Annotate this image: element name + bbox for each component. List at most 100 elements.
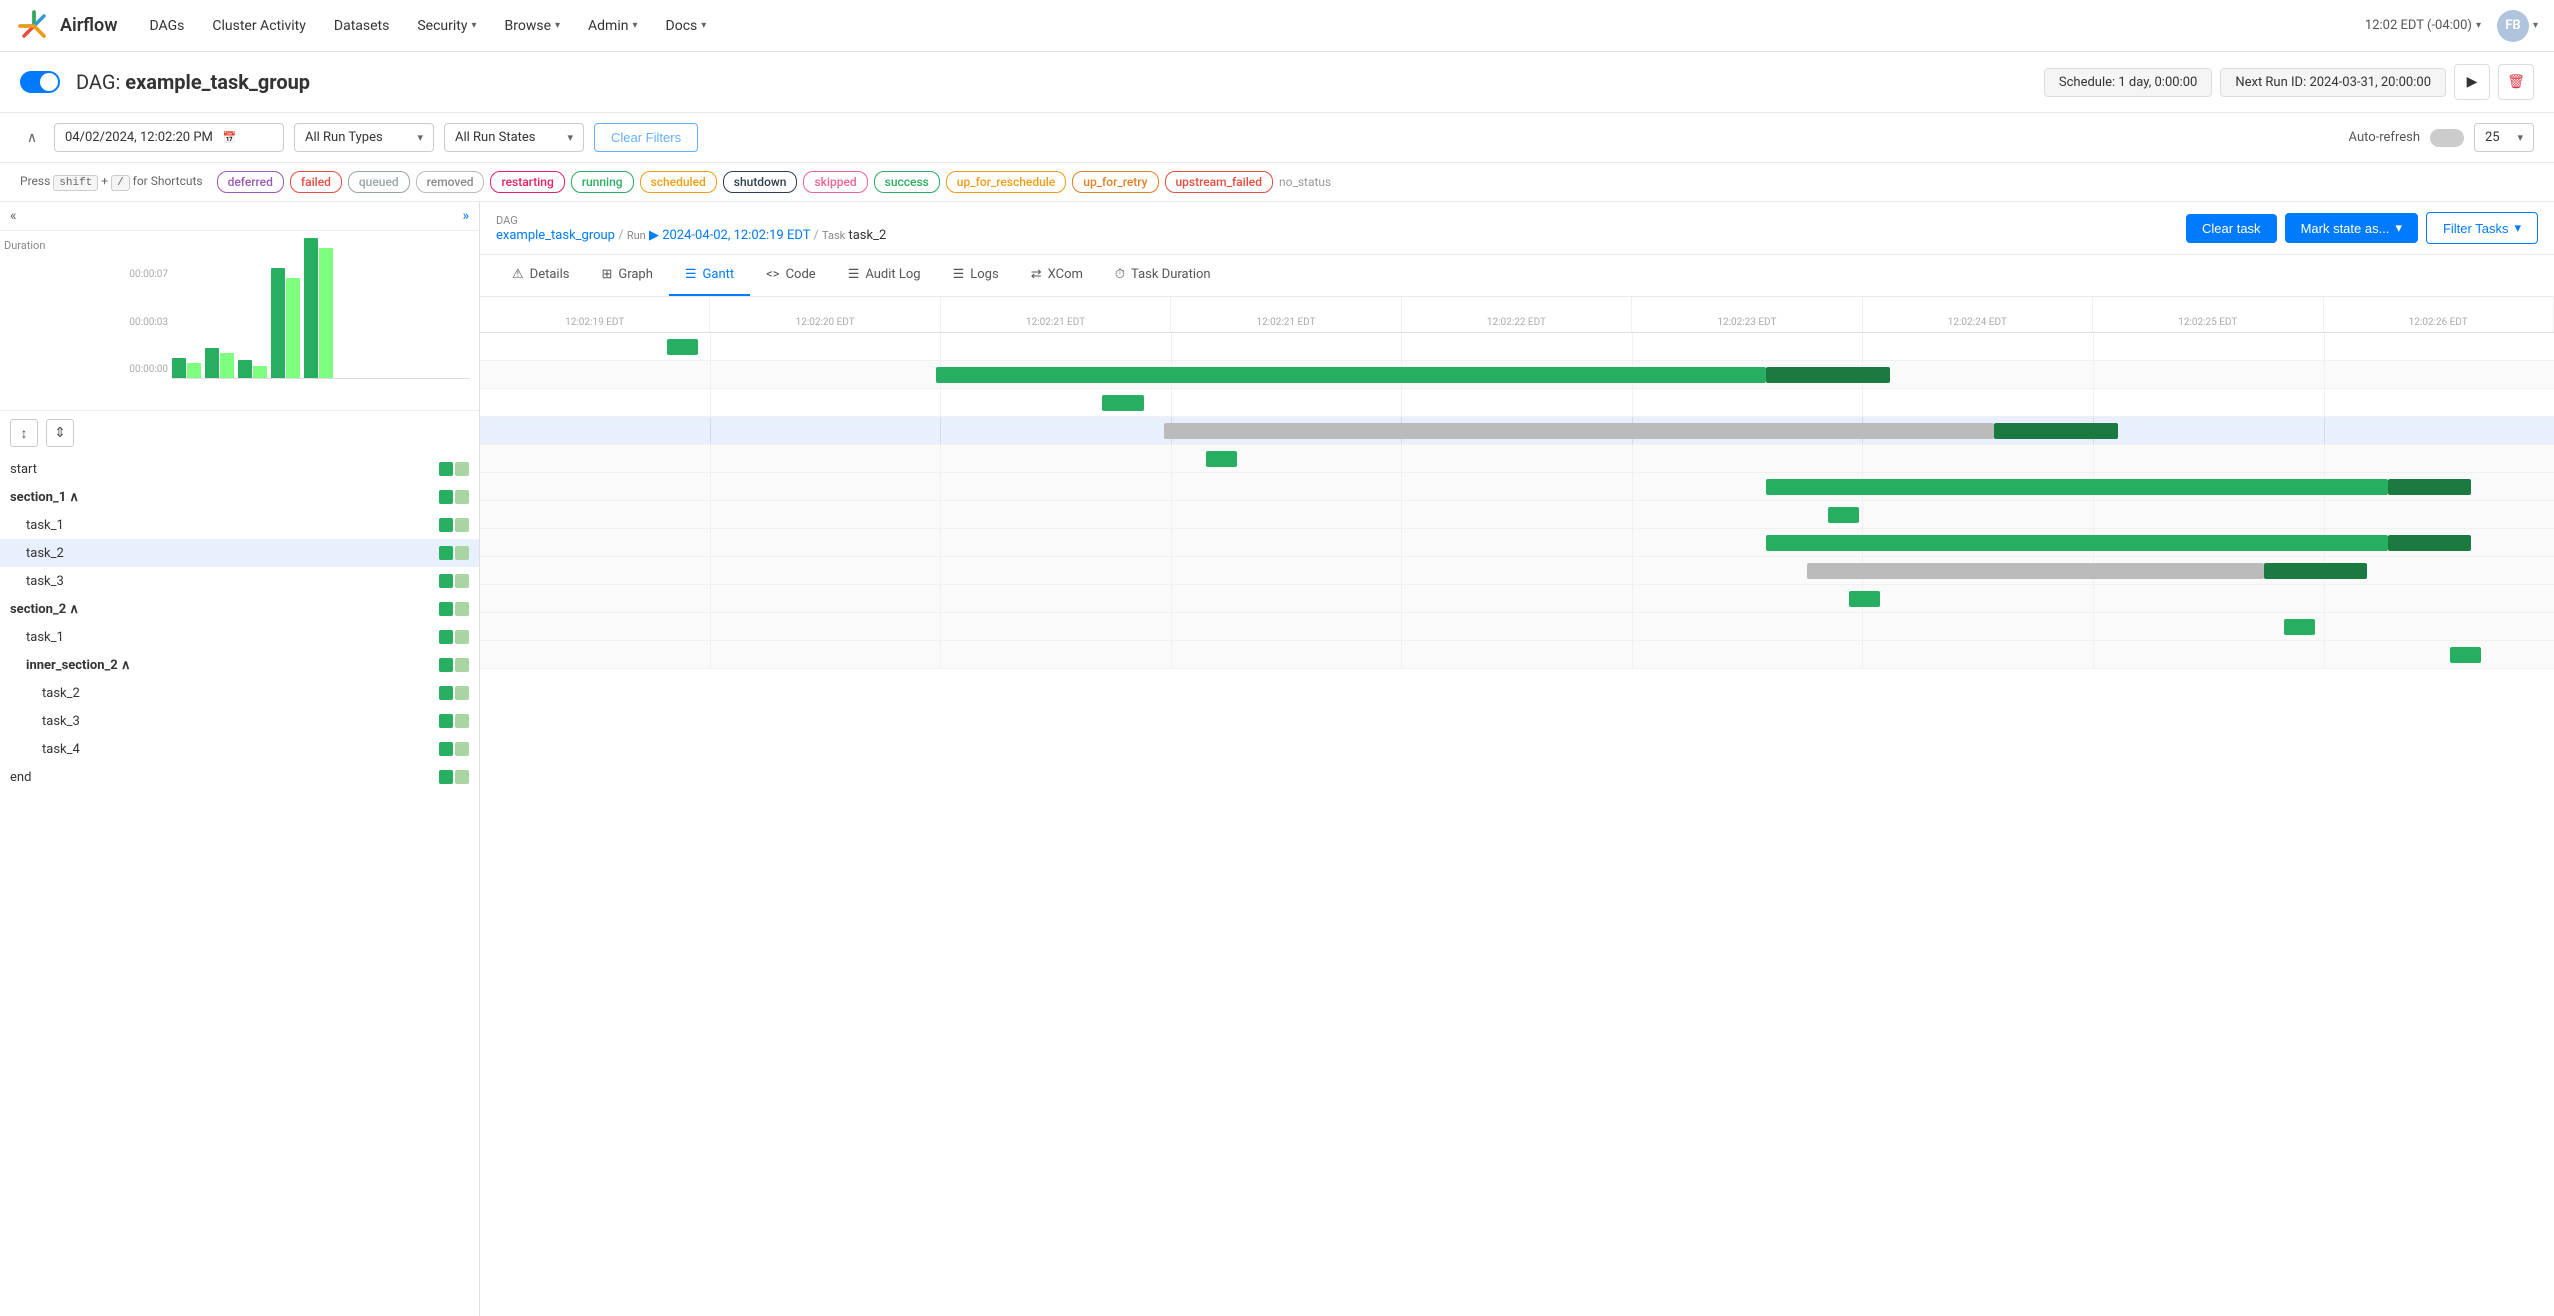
code-icon: <> bbox=[766, 267, 779, 282]
task-row-section2[interactable]: section_2 ∧ bbox=[0, 595, 479, 623]
task-row-end[interactable]: end bbox=[0, 763, 479, 791]
badge-running[interactable]: running bbox=[571, 171, 634, 193]
bar[interactable] bbox=[271, 268, 285, 378]
gantt-row-end[interactable] bbox=[480, 641, 2554, 669]
gantt-row-inner-task4[interactable] bbox=[480, 613, 2554, 641]
badge-upstream-failed[interactable]: upstream_failed bbox=[1165, 171, 1273, 193]
collapse-left-button[interactable]: « bbox=[10, 208, 17, 224]
bars-container bbox=[172, 239, 469, 379]
badge-shutdown[interactable]: shutdown bbox=[723, 171, 798, 193]
run-types-select[interactable]: All Run Types ▾ bbox=[294, 123, 434, 152]
badge-queued[interactable]: queued bbox=[348, 171, 410, 193]
gantt-chart[interactable]: 12:02:19 EDT 12:02:20 EDT 12:02:21 EDT 1… bbox=[480, 297, 2554, 1316]
nav-avatar[interactable]: FB bbox=[2497, 10, 2529, 42]
filter-collapse-button[interactable]: ∧ bbox=[20, 126, 44, 150]
nav-datasets[interactable]: Datasets bbox=[322, 12, 401, 40]
bar[interactable] bbox=[205, 348, 219, 378]
tab-code[interactable]: <> Code bbox=[750, 255, 832, 296]
clear-task-button[interactable]: Clear task bbox=[2186, 214, 2277, 243]
badge-up-for-reschedule[interactable]: up_for_reschedule bbox=[946, 171, 1066, 193]
tab-details[interactable]: ⚠ Details bbox=[496, 255, 585, 296]
nav-docs[interactable]: Docs▾ bbox=[654, 12, 719, 40]
badge-removed[interactable]: removed bbox=[416, 171, 485, 193]
badge-failed[interactable]: failed bbox=[290, 171, 342, 193]
bar[interactable] bbox=[286, 278, 300, 378]
task-row-start[interactable]: start bbox=[0, 455, 479, 483]
collapse-all-button[interactable]: ⇕ bbox=[46, 419, 74, 447]
date-filter-input[interactable]: 04/02/2024, 12:02:20 PM 📅 bbox=[54, 123, 284, 152]
task-row-s1-task2[interactable]: task_2 bbox=[0, 539, 479, 567]
app-logo[interactable]: Airflow bbox=[16, 8, 118, 44]
filter-tasks-button[interactable]: Filter Tasks ▾ bbox=[2426, 212, 2538, 244]
status-dots bbox=[439, 686, 469, 700]
gantt-row-s2-task1[interactable] bbox=[480, 501, 2554, 529]
nav-browse[interactable]: Browse▾ bbox=[493, 12, 573, 40]
dag-toggle[interactable] bbox=[20, 71, 60, 93]
dag-title: DAG: example_task_group bbox=[76, 70, 310, 94]
bar[interactable] bbox=[319, 248, 333, 378]
date-icon: 📅 bbox=[223, 131, 237, 144]
mark-state-button[interactable]: Mark state as... ▾ bbox=[2285, 213, 2418, 243]
gantt-bar bbox=[1164, 423, 1994, 439]
run-states-select[interactable]: All Run States ▾ bbox=[444, 123, 584, 152]
gantt-row-inner-task2[interactable] bbox=[480, 557, 2554, 585]
bar-group-5 bbox=[304, 238, 333, 378]
breadcrumb-dag-value[interactable]: example_task_group bbox=[496, 228, 615, 243]
badge-scheduled[interactable]: scheduled bbox=[640, 171, 717, 193]
task-row-s1-task3[interactable]: task_3 bbox=[0, 567, 479, 595]
bar[interactable] bbox=[238, 360, 252, 378]
task-row-inner-task3[interactable]: task_3 bbox=[0, 707, 479, 735]
bar[interactable] bbox=[172, 358, 186, 378]
gantt-bar bbox=[1206, 451, 1237, 467]
task-row-s1-task1[interactable]: task_1 bbox=[0, 511, 479, 539]
nav-admin[interactable]: Admin▾ bbox=[576, 12, 649, 40]
tab-graph[interactable]: ⊞ Graph bbox=[585, 255, 668, 296]
gantt-row-inner-section2[interactable] bbox=[480, 529, 2554, 557]
gantt-row-s1-task1[interactable] bbox=[480, 389, 2554, 417]
tab-gantt[interactable]: ☰ Gantt bbox=[669, 255, 750, 296]
breadcrumb-run-value[interactable]: ▶ 2024-04-02, 12:02:19 EDT bbox=[649, 228, 810, 243]
nav-dags[interactable]: DAGs bbox=[138, 12, 197, 40]
clear-filters-button[interactable]: Clear Filters bbox=[594, 123, 698, 152]
gantt-row-section2[interactable] bbox=[480, 473, 2554, 501]
dag-header-actions: Schedule: 1 day, 0:00:00 Next Run ID: 20… bbox=[2044, 64, 2534, 100]
badge-up-for-retry[interactable]: up_for_retry bbox=[1072, 171, 1158, 193]
task-row-inner-task4[interactable]: task_4 bbox=[0, 735, 479, 763]
badge-deferred[interactable]: deferred bbox=[217, 171, 284, 193]
gantt-row-inner-task3[interactable] bbox=[480, 585, 2554, 613]
task-row-s2-task1[interactable]: task_1 bbox=[0, 623, 479, 651]
dag-play-button[interactable]: ▶ bbox=[2454, 64, 2490, 100]
expand-right-button[interactable]: » bbox=[462, 208, 469, 224]
task-row-inner-task2[interactable]: task_2 bbox=[0, 679, 479, 707]
tab-xcom[interactable]: ⇄ XCom bbox=[1015, 255, 1099, 296]
tab-logs[interactable]: ☰ Logs bbox=[937, 255, 1015, 296]
gantt-row-s1-task2[interactable] bbox=[480, 417, 2554, 445]
gantt-row-start[interactable] bbox=[480, 333, 2554, 361]
badge-success[interactable]: success bbox=[874, 171, 940, 193]
bar[interactable] bbox=[304, 238, 318, 378]
bar[interactable] bbox=[253, 366, 267, 378]
badge-skipped[interactable]: skipped bbox=[803, 171, 867, 193]
badge-no-status[interactable]: no_status bbox=[1279, 175, 1331, 189]
task-row-section1[interactable]: section_1 ∧ bbox=[0, 483, 479, 511]
gantt-bar bbox=[2284, 619, 2315, 635]
nav-time[interactable]: 12:02 EDT (-04:00)▾ bbox=[2365, 18, 2481, 33]
gantt-row-section1[interactable] bbox=[480, 361, 2554, 389]
app-name: Airflow bbox=[60, 15, 118, 36]
dag-delete-button[interactable]: 🗑 bbox=[2498, 64, 2534, 100]
status-dots bbox=[439, 770, 469, 784]
gantt-row-s1-task3[interactable] bbox=[480, 445, 2554, 473]
breadcrumb-dag-label: DAG bbox=[496, 214, 518, 227]
bar[interactable] bbox=[220, 353, 234, 378]
bar[interactable] bbox=[187, 363, 201, 378]
nav-security[interactable]: Security▾ bbox=[405, 12, 488, 40]
page-count-select[interactable]: 25 ▾ bbox=[2474, 123, 2534, 152]
auto-refresh-toggle[interactable] bbox=[2430, 129, 2464, 147]
tab-task-duration[interactable]: ⏱ Task Duration bbox=[1099, 255, 1227, 296]
expand-all-button[interactable]: ↕ bbox=[10, 419, 38, 447]
graph-icon: ⊞ bbox=[601, 267, 612, 282]
nav-cluster-activity[interactable]: Cluster Activity bbox=[200, 12, 318, 40]
badge-restarting[interactable]: restarting bbox=[490, 171, 564, 193]
tab-audit-log[interactable]: ☰ Audit Log bbox=[832, 255, 937, 296]
task-row-inner-section2[interactable]: inner_section_2 ∧ bbox=[0, 651, 479, 679]
